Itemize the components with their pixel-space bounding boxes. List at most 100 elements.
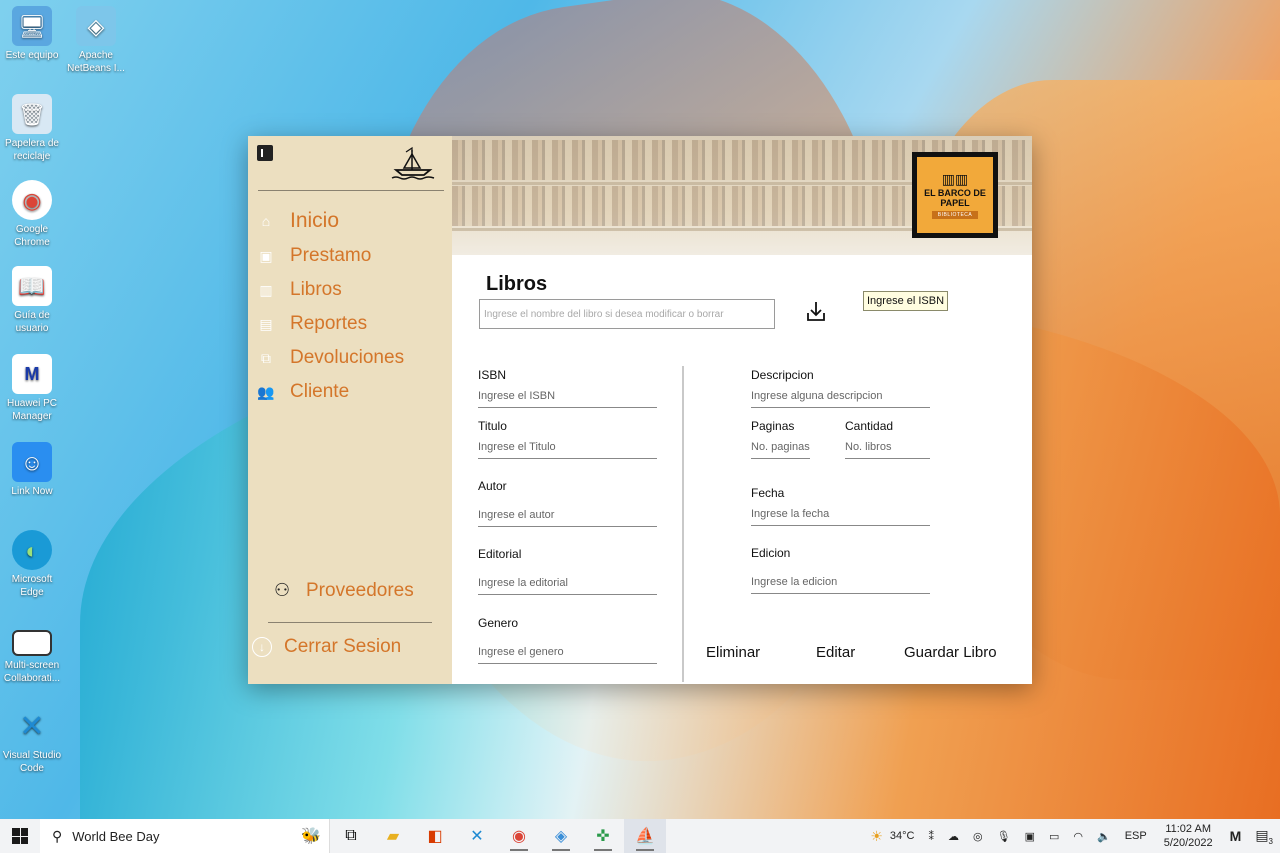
desktop-icon-netbeans[interactable]: ◈ Apache NetBeans I... <box>64 6 128 75</box>
chrome-icon: ◉ <box>12 180 52 220</box>
sidebar-item-libros[interactable]: ▥ Libros <box>256 279 341 301</box>
logout-icon: ↓ <box>252 637 272 657</box>
desktop-icon-chrome[interactable]: ◉ Google Chrome <box>0 180 64 249</box>
sidebar-item-prestamo[interactable]: ▣ Prestamo <box>256 245 371 267</box>
editorial-label: Editorial <box>478 547 522 561</box>
desktop-icon-edge[interactable]: ◐ Microsoft Edge <box>0 530 64 599</box>
sidebar-item-devoluciones[interactable]: ⧉ Devoluciones <box>256 347 404 369</box>
weather-temp[interactable]: 34°C <box>890 830 915 842</box>
home-icon: ⌂ <box>261 213 271 229</box>
weather-icon[interactable]: ☀ <box>870 828 883 845</box>
multiscreen-icon <box>12 630 52 656</box>
paginas-field[interactable]: No. paginas <box>751 439 810 459</box>
cantidad-field[interactable]: No. libros <box>845 439 930 459</box>
sidebar-divider <box>268 622 432 623</box>
vscode-taskbar-icon[interactable]: ✕ <box>456 819 498 853</box>
users-icon: 👥 <box>257 383 275 400</box>
huawei-icon: M <box>12 354 52 394</box>
library-app-taskbar-icon[interactable]: ⛵ <box>624 819 666 853</box>
descripcion-field[interactable]: Ingrese alguna descripcion <box>751 388 930 408</box>
books-icon: ▥▥ <box>941 171 969 187</box>
autor-field[interactable]: Ingrese el autor <box>478 507 657 527</box>
chrome-taskbar-icon[interactable]: ◉ <box>498 819 540 853</box>
genero-label: Genero <box>478 616 519 630</box>
fecha-field[interactable]: Ingrese la fecha <box>751 506 930 526</box>
supplier-icon: ⚇ <box>274 580 291 600</box>
java-app-taskbar-icon[interactable]: ✜ <box>582 819 624 853</box>
file-explorer-icon[interactable]: ▰ <box>372 819 414 853</box>
return-icon: ⧉ <box>261 349 271 366</box>
desktop-icon-user-guide[interactable]: 📖 Guía de usuario <box>0 266 64 335</box>
wifi-icon[interactable]: ◠ <box>1073 830 1083 843</box>
book-icon: ▥ <box>259 281 273 298</box>
language-indicator[interactable]: ESP <box>1125 830 1147 842</box>
sidebar-item-reportes[interactable]: ▤ Reportes <box>256 313 367 335</box>
boat-icon <box>391 146 435 180</box>
clock-date: 5/20/2022 <box>1163 837 1213 849</box>
search-icon: ⚲ <box>52 827 63 844</box>
taskbar: ⚲ World Bee Day 🐝 ⧉ ▰ ◧ ✕ ◉ ◈ ✜ ⛵ ☀ 34°C… <box>0 819 1280 853</box>
edicion-field[interactable]: Ingrese la edicion <box>751 574 930 594</box>
start-button[interactable] <box>0 819 40 853</box>
report-icon: ▤ <box>259 315 273 332</box>
volume-icon[interactable]: 🔈 <box>1097 830 1111 843</box>
sidebar-toggle-icon[interactable] <box>257 145 273 161</box>
huawei-tray-icon[interactable]: M <box>1230 828 1242 844</box>
paginas-label: Paginas <box>751 419 795 433</box>
desktop-icon-link-now[interactable]: ☺ Link Now <box>0 442 64 498</box>
office-icon[interactable]: ◧ <box>414 819 456 853</box>
editorial-field[interactable]: Ingrese la editorial <box>478 575 657 595</box>
recycle-bin-icon: 🗑 <box>12 94 52 134</box>
column-divider <box>682 366 684 682</box>
desktop-icon-este-equipo[interactable]: 🖥 Este equipo <box>0 6 64 62</box>
fecha-label: Fecha <box>751 486 785 500</box>
logout-button[interactable]: ↓ Cerrar Sesion <box>252 636 401 658</box>
user-guide-icon: 📖 <box>12 266 52 306</box>
tray-pin-icon[interactable]: ⁑ <box>928 830 934 843</box>
guardar-libro-button[interactable]: Guardar Libro <box>904 644 997 661</box>
clock-time: 11:02 AM <box>1165 823 1211 835</box>
download-icon[interactable] <box>804 300 828 324</box>
netbeans-icon: ◈ <box>76 6 116 46</box>
genero-field[interactable]: Ingrese el genero <box>478 644 657 664</box>
descripcion-label: Descripcion <box>751 368 814 382</box>
camera-icon[interactable]: ◎ <box>973 830 983 843</box>
header-banner: ▥▥ EL BARCO DE PAPEL BIBLIOTECA <box>452 136 1032 255</box>
desktop-icon-huawei[interactable]: M Huawei PC Manager <box>0 354 64 423</box>
edge-icon: ◐ <box>12 530 52 570</box>
notifications-icon[interactable]: ▤3 <box>1255 827 1273 846</box>
desktop-icon-multiscreen[interactable]: Multi-screen Collaborati... <box>0 630 64 685</box>
sidebar-item-inicio[interactable]: ⌂ Inicio <box>256 209 339 233</box>
book-search-input[interactable]: Ingrese el nombre del libro si desea mod… <box>479 299 775 329</box>
editar-button[interactable]: Editar <box>816 644 855 661</box>
system-tray: ☀ 34°C ⁑ ☁ ◎ 🎙 ▣ ▭ ◠ 🔈 ESP 11:02 AM 5/20… <box>863 819 1280 853</box>
isbn-label: ISBN <box>478 368 507 382</box>
calendar-plus-icon: ▣ <box>259 247 273 264</box>
vscode-icon: ✕ <box>19 709 45 743</box>
page-title: Libros <box>486 273 548 295</box>
isbn-tooltip: Ingrese el ISBN <box>863 291 949 311</box>
autor-label: Autor <box>478 479 507 493</box>
isbn-field[interactable]: Ingrese el ISBN <box>478 388 657 408</box>
titulo-label: Titulo <box>478 419 507 433</box>
screen-icon[interactable]: ▣ <box>1025 830 1035 843</box>
logo-title: EL BARCO DE PAPEL <box>924 188 986 208</box>
windows-icon <box>12 828 28 844</box>
eliminar-button[interactable]: Eliminar <box>706 644 760 661</box>
link-now-icon: ☺ <box>12 442 52 482</box>
taskbar-search[interactable]: ⚲ World Bee Day 🐝 <box>40 819 330 853</box>
edicion-label: Edicion <box>751 546 791 560</box>
battery-icon[interactable]: ▭ <box>1049 830 1059 843</box>
netbeans-taskbar-icon[interactable]: ◈ <box>540 819 582 853</box>
titulo-field[interactable]: Ingrese el Titulo <box>478 439 657 459</box>
library-app-window: ⌂ Inicio ▣ Prestamo ▥ Libros ▤ Reportes … <box>248 136 1032 684</box>
desktop-icon-recycle-bin[interactable]: 🗑 Papelera de reciclaje <box>0 94 64 163</box>
sidebar-item-cliente[interactable]: 👥 Cliente <box>256 381 349 403</box>
onedrive-icon[interactable]: ☁ <box>948 830 959 843</box>
microphone-icon[interactable]: 🎙 <box>997 830 1011 843</box>
sidebar-item-proveedores[interactable]: ⚇ Proveedores <box>274 580 414 602</box>
desktop-icon-vscode[interactable]: ✕ Visual Studio Code <box>0 706 64 775</box>
cantidad-label: Cantidad <box>845 419 894 433</box>
clock[interactable]: 11:02 AM 5/20/2022 <box>1164 822 1213 850</box>
task-view-icon[interactable]: ⧉ <box>330 819 372 853</box>
